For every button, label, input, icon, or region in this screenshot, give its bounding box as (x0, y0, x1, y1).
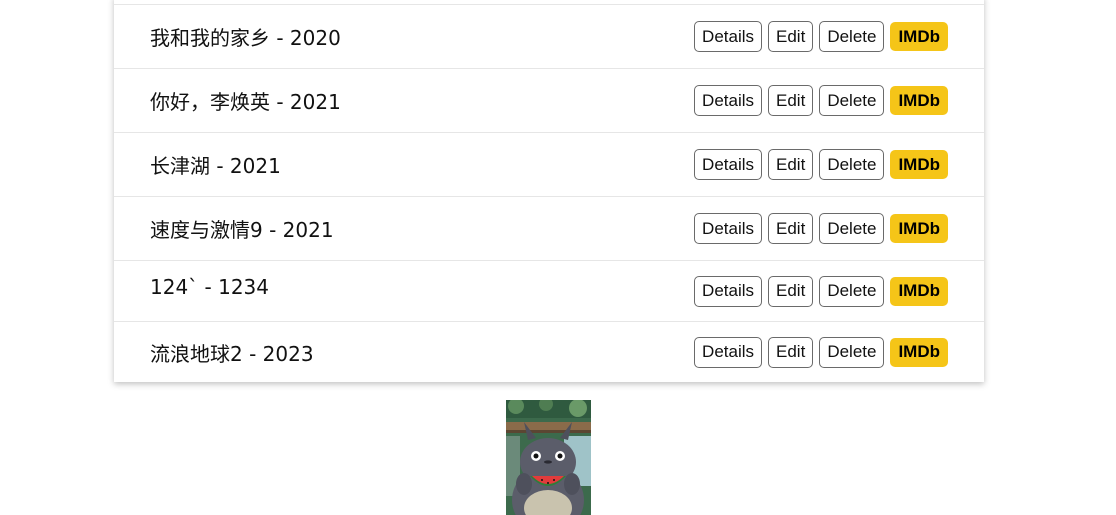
list-item: 速度与激情9 - 2021 Details Edit Delete IMDb (114, 196, 984, 260)
totoro-illustration (506, 400, 591, 515)
movie-list: 我和我的家乡 - 2020 Details Edit Delete IMDb 你… (114, 4, 984, 382)
details-button[interactable]: Details (694, 85, 763, 116)
movie-title: 我和我的家乡 - 2020 (150, 26, 341, 50)
edit-button[interactable]: Edit (768, 85, 814, 116)
movie-actions: Details Edit Delete IMDb (694, 213, 948, 244)
details-button[interactable]: Details (694, 275, 763, 307)
movie-title: 长津湖 - 2021 (150, 154, 281, 178)
edit-button[interactable]: Edit (768, 149, 814, 180)
movie-title: 124` - 1234 (150, 275, 270, 299)
imdb-button[interactable]: IMDb (890, 150, 948, 179)
delete-button[interactable]: Delete (819, 275, 885, 307)
details-button[interactable]: Details (694, 149, 763, 180)
list-item: 124` - 1234 Details Edit Delete IMDb (114, 260, 984, 321)
movie-title: 流浪地球2 - 2023 (150, 341, 314, 366)
edit-button[interactable]: Edit (768, 336, 814, 368)
movie-actions: Details Edit Delete IMDb (694, 149, 948, 180)
edit-button[interactable]: Edit (768, 21, 814, 52)
movie-actions: Details Edit Delete IMDb (694, 336, 948, 368)
imdb-button[interactable]: IMDb (890, 22, 948, 51)
movie-actions: Details Edit Delete IMDb (694, 85, 948, 116)
details-button[interactable]: Details (694, 213, 763, 244)
list-item: 长津湖 - 2021 Details Edit Delete IMDb (114, 132, 984, 196)
page: 我和我的家乡 - 2020 Details Edit Delete IMDb 你… (0, 0, 1116, 515)
details-button[interactable]: Details (694, 336, 763, 368)
delete-button[interactable]: Delete (819, 21, 885, 52)
imdb-button[interactable]: IMDb (890, 337, 948, 367)
imdb-button[interactable]: IMDb (890, 214, 948, 243)
totoro-image (506, 400, 591, 515)
edit-button[interactable]: Edit (768, 213, 814, 244)
delete-button[interactable]: Delete (819, 85, 885, 116)
delete-button[interactable]: Delete (819, 336, 885, 368)
imdb-button[interactable]: IMDb (890, 86, 948, 115)
list-item: 流浪地球2 - 2023 Details Edit Delete IMDb (114, 321, 984, 382)
details-button[interactable]: Details (694, 21, 763, 52)
delete-button[interactable]: Delete (819, 213, 885, 244)
imdb-button[interactable]: IMDb (890, 276, 948, 306)
delete-button[interactable]: Delete (819, 149, 885, 180)
movie-actions: Details Edit Delete IMDb (694, 275, 948, 307)
list-item: 我和我的家乡 - 2020 Details Edit Delete IMDb (114, 4, 984, 68)
movie-title: 速度与激情9 - 2021 (150, 218, 334, 242)
movie-title: 你好，李焕英 - 2021 (150, 90, 341, 114)
edit-button[interactable]: Edit (768, 275, 814, 307)
movie-actions: Details Edit Delete IMDb (694, 21, 948, 52)
list-item: 你好，李焕英 - 2021 Details Edit Delete IMDb (114, 68, 984, 132)
movie-list-card: 我和我的家乡 - 2020 Details Edit Delete IMDb 你… (114, 0, 984, 382)
